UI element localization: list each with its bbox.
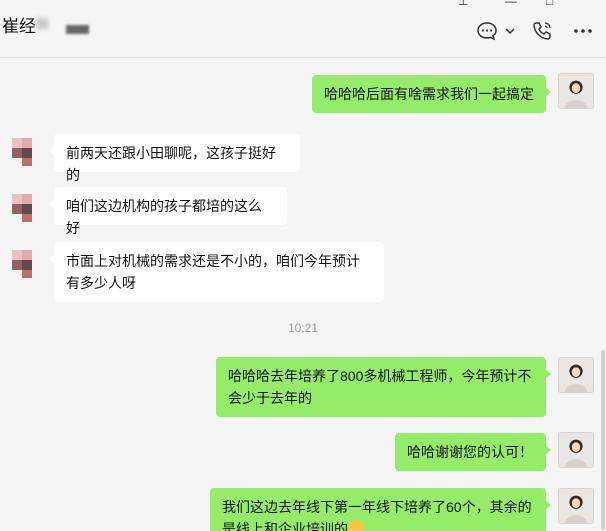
message-bubble[interactable]: 哈哈哈后面有啥需求我们一起搞定 xyxy=(312,75,551,113)
message-text: 哈哈哈后面有啥需求我们一起搞定 xyxy=(324,86,534,102)
message-text: 哈哈哈去年培养了800多机械工程师，今年预计不会少于去年的 xyxy=(228,368,532,406)
message-row: 我们这边去年线下第一年线下培养了60个，其余的是线上和企业培训的 xyxy=(0,478,606,531)
chat-header: 崔经 ⊥ — □ xyxy=(0,0,606,58)
message-bubble[interactable]: 市面上对机械的需求还是不小的，咱们今年预计有多少人呀 xyxy=(49,242,384,302)
scrollbar[interactable] xyxy=(601,350,605,530)
grin-emoji-icon xyxy=(348,520,364,531)
avatar[interactable] xyxy=(558,488,594,524)
pin-icon[interactable]: ⊥ xyxy=(458,0,468,8)
redacted-name-blur xyxy=(36,18,48,29)
message-text: 我们这边去年线下第一年线下培养了60个，其余的是线上和企业培训的 xyxy=(222,499,532,531)
contact-name[interactable]: 崔经 xyxy=(2,12,36,37)
message-text: 市面上对机械的需求还是不小的，咱们今年预计有多少人呀 xyxy=(66,253,360,291)
message-bubble[interactable]: 哈哈谢谢您的认可！ xyxy=(395,433,551,471)
message-row: 咱们这边机构的孩子都培的这么好 xyxy=(0,178,606,236)
message-row: 市面上对机械的需求还是不小的，咱们今年预计有多少人呀 xyxy=(0,233,606,308)
minimize-icon[interactable]: — xyxy=(505,0,517,8)
message-row: 哈哈谢谢您的认可！ xyxy=(0,423,606,478)
message-bubble[interactable]: 哈哈哈去年培养了800多机械工程师，今年预计不会少于去年的 xyxy=(216,357,551,417)
message-list[interactable]: 哈哈哈后面有啥需求我们一起搞定 前两天还跟小田聊呢，这孩子挺好的 咱们这边机构的… xyxy=(0,58,606,531)
voice-call-icon[interactable] xyxy=(531,20,553,42)
message-bubble[interactable]: 前两天还跟小田聊呢，这孩子挺好的 xyxy=(49,134,300,183)
avatar[interactable] xyxy=(8,246,44,282)
more-icon[interactable] xyxy=(572,20,594,42)
message-bubble[interactable]: 咱们这边机构的孩子都培的这么好 xyxy=(49,187,287,236)
redacted-name-blur-2 xyxy=(66,25,89,34)
avatar[interactable] xyxy=(8,134,44,170)
message-text: 咱们这边机构的孩子都培的这么好 xyxy=(66,198,262,236)
avatar[interactable] xyxy=(558,357,594,393)
message-row: 前两天还跟小田聊呢，这孩子挺好的 xyxy=(0,128,606,183)
message-row: 哈哈哈后面有啥需求我们一起搞定 xyxy=(0,58,606,128)
avatar[interactable] xyxy=(8,190,44,226)
timestamp: 10:21 xyxy=(287,321,319,335)
message-row: 哈哈哈去年培养了800多机械工程师，今年预计不会少于去年的 xyxy=(0,350,606,420)
maximize-icon[interactable]: □ xyxy=(546,0,553,8)
message-text: 哈哈谢谢您的认可！ xyxy=(407,444,533,460)
avatar[interactable] xyxy=(558,73,594,109)
chat-bubble-icon[interactable] xyxy=(476,20,498,42)
chevron-down-icon[interactable] xyxy=(503,20,517,42)
message-bubble[interactable]: 我们这边去年线下第一年线下培养了60个，其余的是线上和企业培训的 xyxy=(210,488,551,531)
avatar[interactable] xyxy=(558,432,594,468)
